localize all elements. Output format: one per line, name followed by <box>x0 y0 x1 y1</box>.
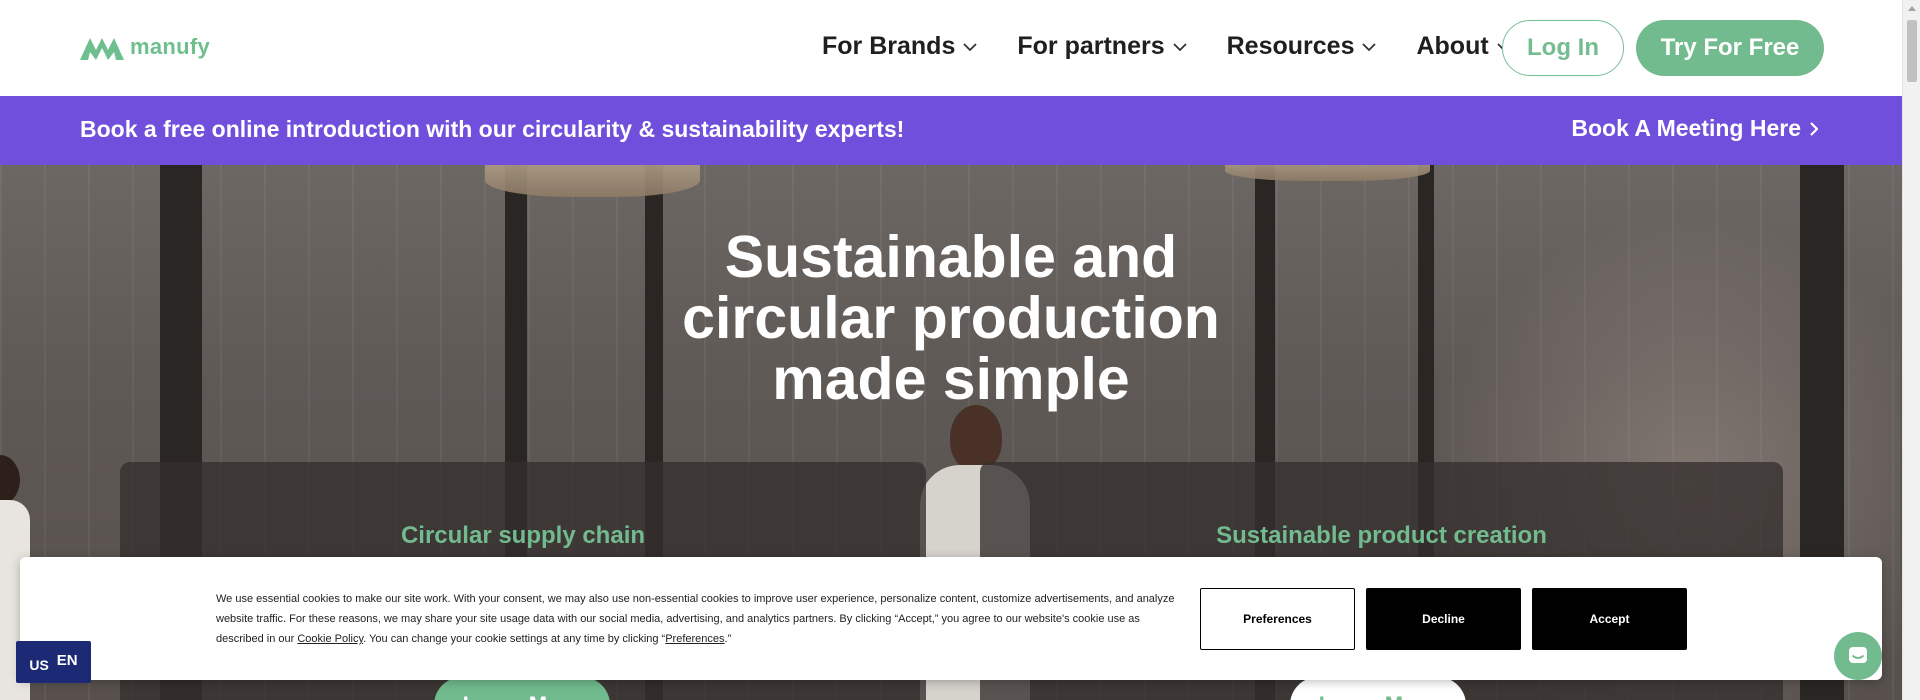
book-meeting-label: Book A Meeting Here <box>1571 115 1801 141</box>
country-flag: US <box>29 656 49 673</box>
chat-button[interactable] <box>1834 632 1882 680</box>
nav-label: About <box>1416 32 1489 60</box>
logo-text: manufy <box>130 34 211 59</box>
promo-banner: Book a free online introduction with our… <box>0 96 1902 165</box>
language-selector[interactable]: US EN <box>16 641 91 683</box>
preferences-button[interactable]: Preferences <box>1200 588 1355 650</box>
hero-title-line: circular production <box>682 285 1220 351</box>
lamp-shade <box>485 165 700 197</box>
cookie-text: We use essential cookies to make our sit… <box>216 589 1186 649</box>
cookie-policy-link[interactable]: Cookie Policy <box>297 633 363 645</box>
nav-label: For partners <box>1017 32 1165 60</box>
cookie-text-part: .” <box>724 633 732 645</box>
main-nav: For Brands For partners Resources About <box>822 32 1551 61</box>
learn-more-button[interactable]: Learn More <box>1290 677 1466 700</box>
hero-title: Sustainable and circular production made… <box>0 227 1902 410</box>
card-title: Sustainable product creation <box>1216 522 1547 549</box>
nav-for-partners[interactable]: For partners <box>1017 32 1187 61</box>
scrollbar[interactable] <box>1902 0 1920 700</box>
accept-button[interactable]: Accept <box>1532 588 1687 650</box>
chevron-down-icon <box>963 42 977 51</box>
language-code: EN <box>56 651 78 669</box>
nav-for-brands[interactable]: For Brands <box>822 32 977 61</box>
hero-title-line: made simple <box>772 346 1130 412</box>
nav-label: For Brands <box>822 32 956 60</box>
scroll-up-arrow-icon[interactable] <box>1908 6 1916 11</box>
nav-about[interactable]: About <box>1416 32 1511 61</box>
learn-more-button[interactable]: Learn More <box>434 677 610 700</box>
site-header: manufy For Brands For partners Resources… <box>0 0 1902 96</box>
cookie-text-part: . You can change your cookie settings at… <box>363 633 666 645</box>
login-button[interactable]: Log In <box>1502 20 1624 76</box>
banner-text: Book a free online introduction with our… <box>80 116 905 142</box>
chat-icon <box>1849 647 1867 663</box>
decline-button[interactable]: Decline <box>1366 588 1521 650</box>
preferences-link[interactable]: Preferences <box>665 633 724 645</box>
card-title: Circular supply chain <box>400 522 646 549</box>
try-for-free-button[interactable]: Try For Free <box>1636 20 1824 76</box>
nav-label: Resources <box>1226 32 1355 60</box>
logo-icon <box>80 38 124 60</box>
logo[interactable]: manufy <box>80 34 210 60</box>
chevron-right-icon <box>1810 121 1818 136</box>
chevron-down-icon <box>1172 42 1187 51</box>
lamp-shade <box>1225 165 1430 181</box>
cookie-consent-dialog: We use essential cookies to make our sit… <box>20 557 1882 680</box>
chevron-down-icon <box>1362 42 1377 51</box>
scrollbar-thumb[interactable] <box>1907 20 1917 82</box>
nav-resources[interactable]: Resources <box>1227 32 1377 61</box>
book-meeting-link[interactable]: Book A Meeting Here <box>1571 115 1818 142</box>
hero-title-line: Sustainable and <box>724 224 1178 290</box>
